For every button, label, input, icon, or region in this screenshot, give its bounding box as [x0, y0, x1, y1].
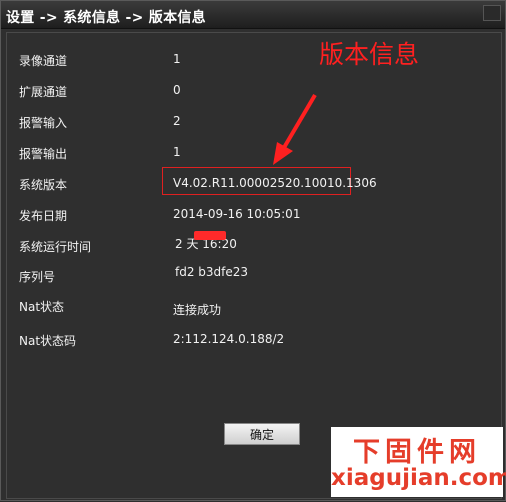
- site-watermark: 下固件网 xiagujian.com: [331, 427, 506, 497]
- watermark-title: 下固件网: [353, 437, 481, 468]
- system-info-window: 设置 -> 系统信息 -> 版本信息 录像通道 1 扩展通道 0 报警输入 2 …: [0, 0, 506, 501]
- watermark-url: xiagujian.com: [331, 465, 506, 491]
